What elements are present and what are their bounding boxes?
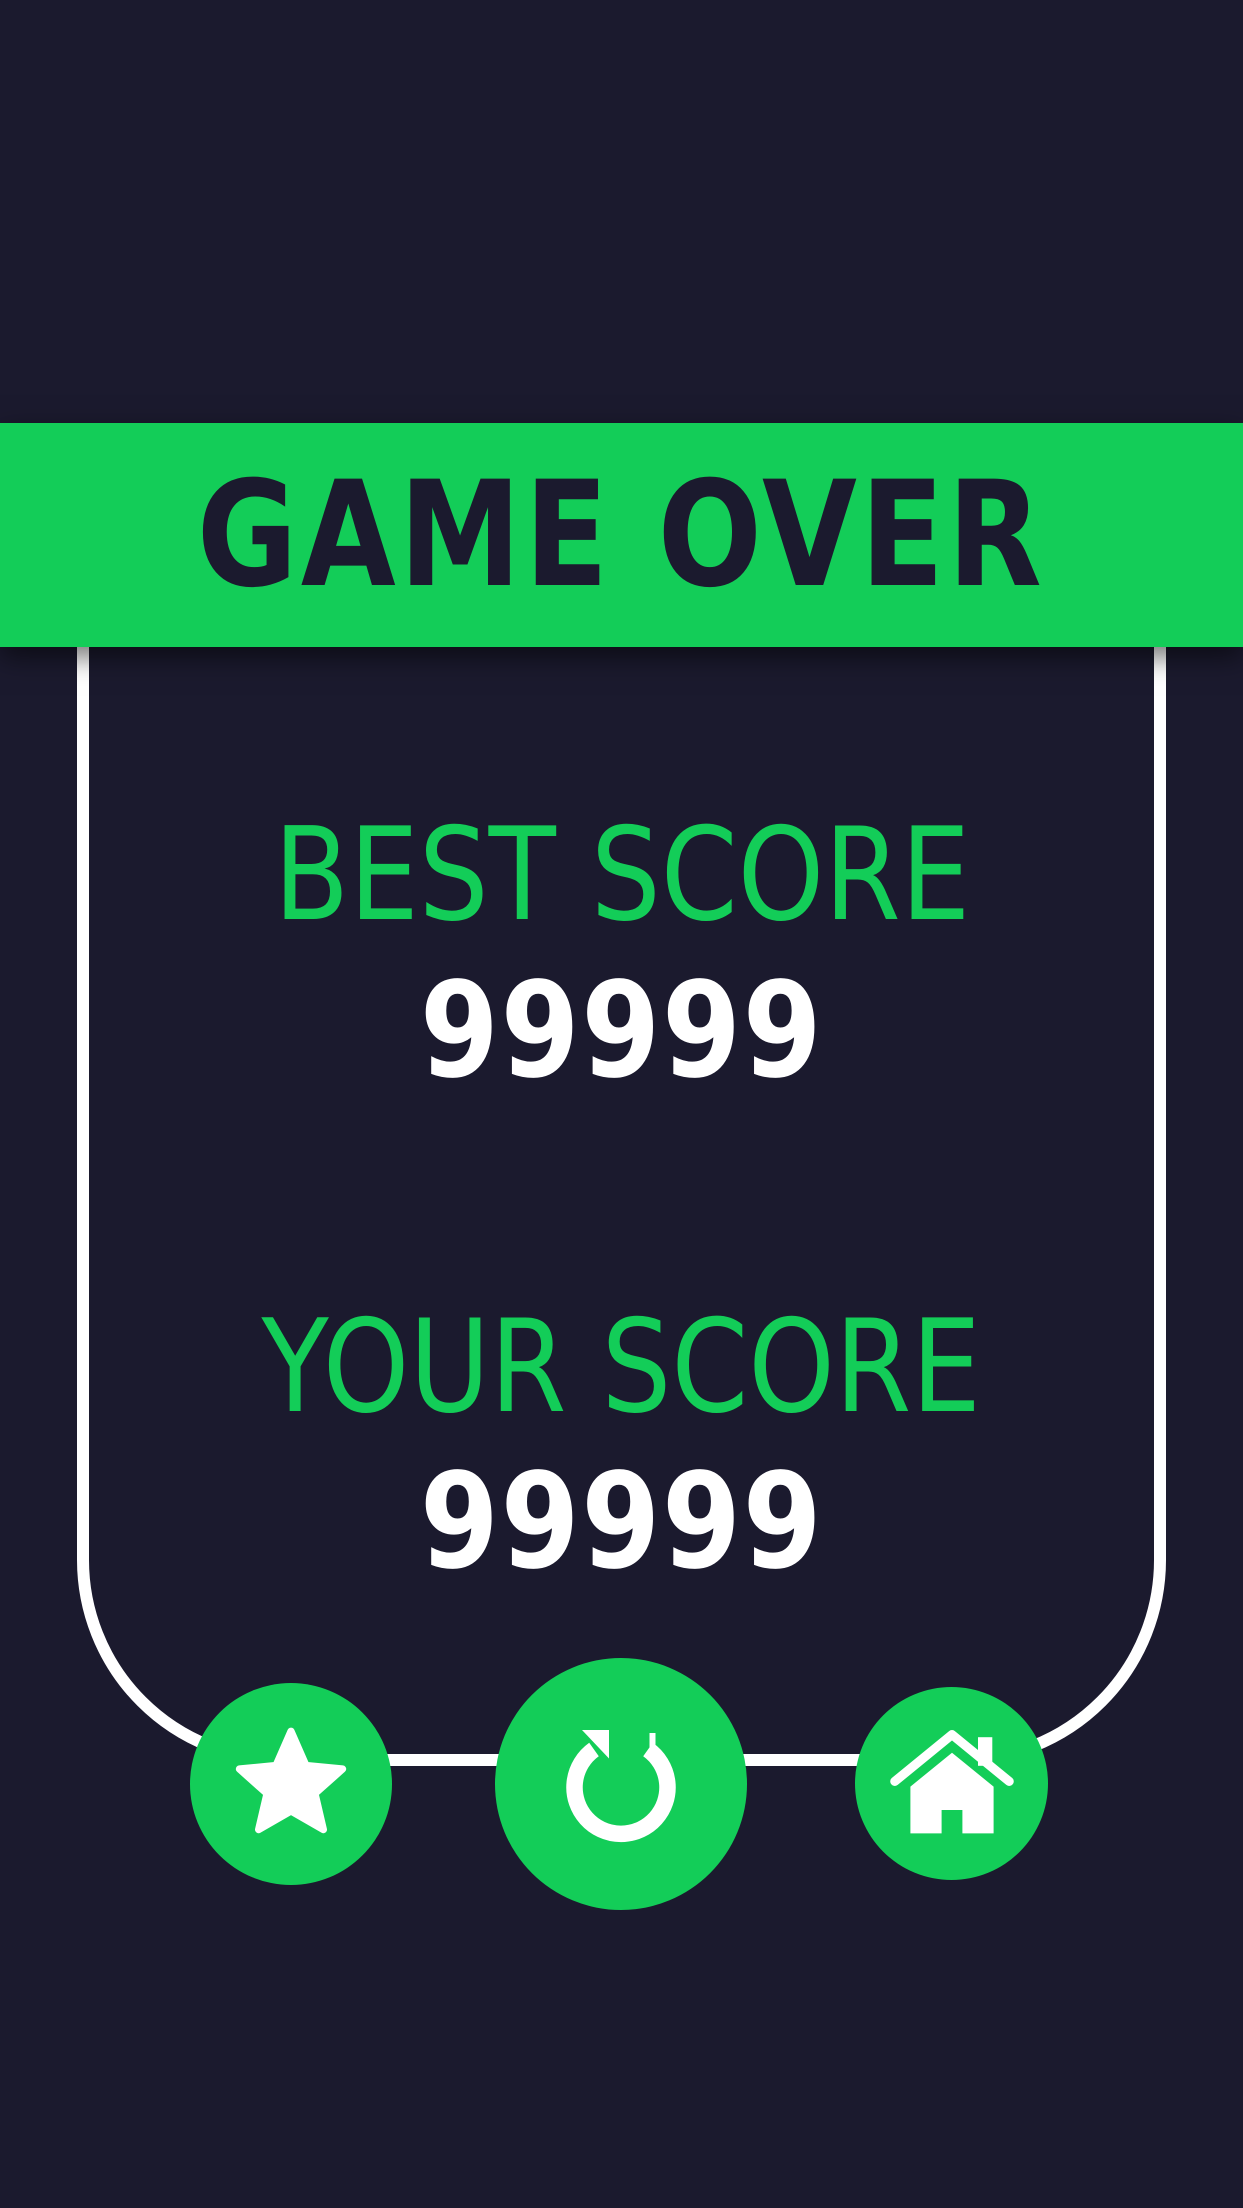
home-button[interactable] — [855, 1687, 1048, 1880]
your-score-value: 99999 — [419, 1445, 824, 1599]
best-score-label: BEST SCORE — [273, 801, 970, 950]
rate-button[interactable] — [190, 1683, 392, 1885]
best-score-value: 99999 — [419, 954, 824, 1108]
restart-button[interactable] — [495, 1658, 747, 1910]
restart-icon — [566, 1730, 676, 1843]
game-over-banner: GAME OVER — [0, 423, 1243, 647]
your-score-label: YOUR SCORE — [261, 1293, 982, 1442]
game-over-title: GAME OVER — [197, 450, 1046, 620]
star-icon — [235, 1727, 347, 1834]
home-icon — [889, 1729, 1014, 1833]
